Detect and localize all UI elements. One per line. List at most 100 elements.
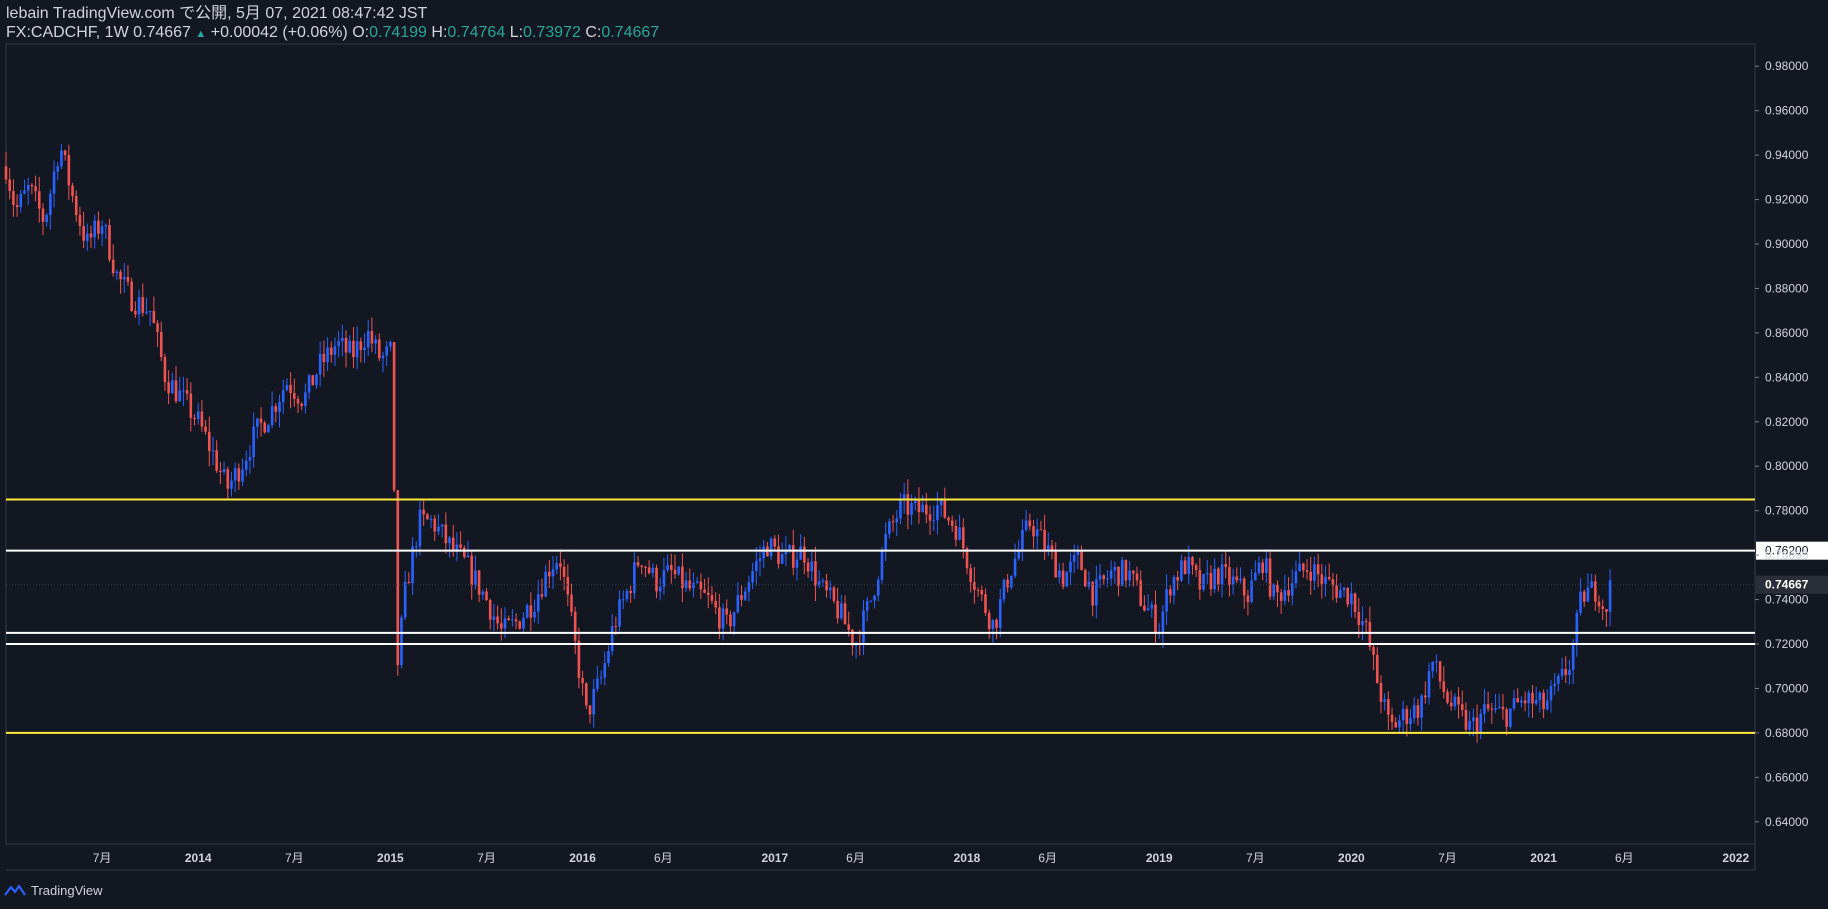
candle-body xyxy=(411,546,414,584)
candle-body xyxy=(1043,529,1046,550)
candles-layer xyxy=(4,143,1612,743)
candle-body xyxy=(1205,573,1209,575)
candle-body xyxy=(215,450,218,471)
candle-body xyxy=(185,390,189,394)
candle-body xyxy=(1438,661,1442,682)
candle-body xyxy=(1176,576,1179,581)
candle-body xyxy=(899,499,902,519)
candle-body xyxy=(1342,587,1346,591)
candle-body xyxy=(1228,567,1231,585)
candle-body xyxy=(961,527,965,549)
time-tick-label: 2022 xyxy=(1722,851,1749,865)
candle-body xyxy=(1424,695,1427,698)
candle-body xyxy=(559,563,562,567)
candle-body xyxy=(1327,576,1331,580)
candle-body xyxy=(1143,605,1146,611)
candle-body xyxy=(233,468,237,481)
candle-body xyxy=(1028,520,1032,527)
candle-body xyxy=(89,233,93,238)
time-tick-label: 7月 xyxy=(1246,851,1265,865)
candle-body xyxy=(1202,574,1205,590)
candle-body xyxy=(355,341,359,358)
candle-body xyxy=(743,591,747,600)
candle-body xyxy=(463,547,466,557)
candle-body xyxy=(1039,529,1043,531)
candle-body xyxy=(344,337,348,353)
candle-body xyxy=(1557,675,1560,684)
candle-body xyxy=(363,347,366,351)
time-tick-label: 2019 xyxy=(1146,851,1173,865)
price-tick-label: 0.98000 xyxy=(1765,59,1809,73)
candle-body xyxy=(8,179,11,192)
candle-body xyxy=(869,600,873,602)
candle-body xyxy=(1135,573,1139,581)
candle-body xyxy=(1475,717,1479,733)
candle-body xyxy=(352,340,355,358)
time-tick-label: 2015 xyxy=(377,851,404,865)
candle-body xyxy=(1387,699,1390,715)
candle-body xyxy=(1542,692,1545,710)
candle-body xyxy=(540,594,544,597)
candle-body xyxy=(1350,593,1353,605)
candle-body xyxy=(1010,575,1013,588)
candle-body xyxy=(1375,654,1379,684)
candle-body xyxy=(1083,570,1087,587)
candle-body xyxy=(78,215,82,226)
price-tick-label: 0.76000 xyxy=(1765,548,1809,562)
candle-body xyxy=(895,518,899,523)
candle-body xyxy=(525,605,529,618)
candle-body xyxy=(204,426,207,432)
time-tick-label: 7月 xyxy=(93,851,112,865)
candle-body xyxy=(1446,691,1449,703)
candle-body xyxy=(278,401,281,412)
candle-body xyxy=(891,521,895,523)
candle-body xyxy=(1346,587,1349,605)
candle-body xyxy=(19,193,23,208)
candle-body xyxy=(991,619,995,630)
candle-body xyxy=(998,599,1002,629)
candle-body xyxy=(1379,683,1383,702)
candle-body xyxy=(969,568,972,583)
candle-body xyxy=(1394,722,1398,728)
candle-body xyxy=(832,587,836,601)
candle-body xyxy=(1058,570,1061,578)
candle-body xyxy=(52,171,56,194)
candle-body xyxy=(1575,612,1579,644)
candle-body xyxy=(141,297,145,313)
candle-body xyxy=(466,555,470,557)
candle-body xyxy=(1253,572,1257,581)
candle-body xyxy=(256,418,259,427)
footer[interactable]: TradingView xyxy=(4,880,103,900)
time-tick-label: 7月 xyxy=(477,851,496,865)
price-chart[interactable]: 0.762000.74667 0.64000 0.66000 0.68000 0.70… xyxy=(0,0,1828,909)
price-axis[interactable] xyxy=(1755,44,1828,870)
candle-body xyxy=(958,527,961,540)
candle-body xyxy=(1242,578,1246,596)
candle-body xyxy=(326,347,329,363)
candle-body xyxy=(1128,570,1131,581)
time-tick-label: 2018 xyxy=(954,851,981,865)
candle-body xyxy=(1235,576,1239,581)
candle-body xyxy=(947,517,950,521)
candle-body xyxy=(725,608,729,615)
candle-body xyxy=(1272,584,1276,597)
time-tick-label: 2016 xyxy=(569,851,596,865)
candle-body xyxy=(732,612,736,627)
candle-body xyxy=(592,688,595,715)
candle-body xyxy=(49,193,52,216)
candle-body xyxy=(159,332,163,358)
candle-body xyxy=(1165,589,1168,612)
candle-body xyxy=(1464,709,1468,730)
candle-body xyxy=(1150,604,1154,609)
candle-body xyxy=(1605,609,1608,612)
candle-body xyxy=(1198,570,1202,590)
candle-body xyxy=(1194,565,1198,571)
candle-body xyxy=(307,375,311,393)
candle-body xyxy=(825,580,828,591)
candle-body xyxy=(1250,580,1253,602)
candle-body xyxy=(1427,671,1431,698)
candle-body xyxy=(1246,595,1250,602)
candle-body xyxy=(729,614,732,627)
candle-body xyxy=(980,590,984,595)
candle-body xyxy=(407,581,411,584)
